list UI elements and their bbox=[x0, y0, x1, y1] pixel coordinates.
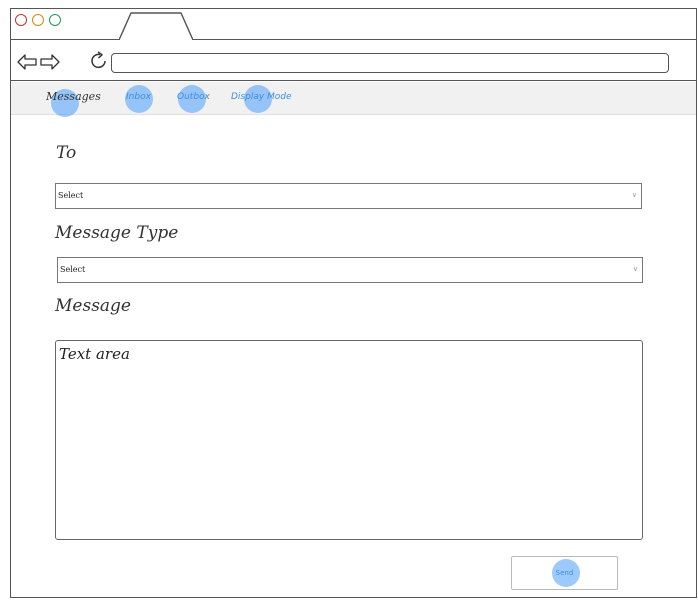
maximize-window-button[interactable] bbox=[49, 14, 61, 26]
back-arrow-icon[interactable] bbox=[17, 54, 37, 70]
to-label: To bbox=[56, 143, 77, 163]
send-button-label: Send bbox=[555, 569, 574, 577]
forward-arrow-icon[interactable] bbox=[40, 54, 60, 70]
menu-item-display-mode[interactable]: Display Mode bbox=[231, 92, 292, 102]
menu-item-messages[interactable]: Messages bbox=[46, 90, 101, 103]
message-textarea[interactable]: Text area bbox=[55, 340, 643, 540]
menu-item-inbox[interactable]: Inbox bbox=[126, 92, 151, 102]
browser-window: Messages Inbox Outbox Display Mode To Se… bbox=[10, 8, 697, 598]
menu-item-outbox[interactable]: Outbox bbox=[177, 92, 210, 102]
to-select[interactable]: Select ∨ bbox=[55, 183, 642, 209]
chevron-down-icon: ∨ bbox=[632, 265, 638, 273]
url-input[interactable] bbox=[111, 53, 669, 73]
address-bar bbox=[11, 40, 696, 81]
reload-icon[interactable] bbox=[89, 51, 109, 71]
message-type-label: Message Type bbox=[55, 223, 179, 243]
chevron-down-icon: ∨ bbox=[631, 191, 637, 199]
message-type-select[interactable]: Select ∨ bbox=[57, 257, 643, 283]
minimize-window-button[interactable] bbox=[32, 14, 44, 26]
nav-menu: Messages Inbox Outbox Display Mode bbox=[11, 82, 696, 117]
close-window-button[interactable] bbox=[15, 14, 27, 26]
browser-tab[interactable] bbox=[119, 11, 193, 40]
message-label: Message bbox=[55, 296, 131, 316]
to-select-value: Select bbox=[58, 191, 84, 200]
message-textarea-placeholder: Text area bbox=[59, 345, 130, 363]
message-type-select-value: Select bbox=[60, 265, 86, 274]
title-bar bbox=[11, 9, 696, 40]
send-button[interactable]: Send bbox=[511, 556, 618, 590]
